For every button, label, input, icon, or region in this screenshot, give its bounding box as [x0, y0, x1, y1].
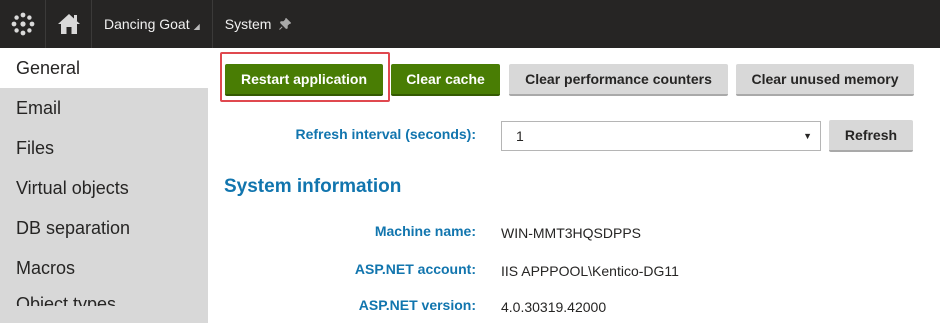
sidebar-item-db-separation[interactable]: DB separation	[0, 208, 208, 248]
sidebar-item-label: General	[16, 57, 81, 78]
dropdown-arrow-icon: ▼	[803, 131, 812, 141]
home-button[interactable]	[46, 0, 92, 48]
main-content: Restart application Clear cache Clear pe…	[208, 48, 940, 323]
sidebar-item-macros[interactable]: Macros	[0, 248, 208, 288]
site-name: Dancing Goat	[104, 16, 190, 32]
machine-name-value: WIN-MMT3HQSDPPS	[501, 225, 641, 241]
current-application: System	[213, 0, 304, 48]
sidebar-item-object-types[interactable]: Object types	[0, 288, 208, 306]
clear-performance-counters-button[interactable]: Clear performance counters	[509, 64, 728, 96]
sidebar-item-label: Email	[16, 97, 62, 118]
application-name: System	[224, 16, 272, 32]
machine-name-label: Machine name:	[374, 223, 476, 239]
sidebar-item-virtual-objects[interactable]: Virtual objects	[0, 168, 208, 208]
section-title: System information	[224, 176, 402, 197]
sidebar-item-label: Macros	[16, 257, 76, 278]
top-bar: Dancing Goat ◢ System	[0, 0, 940, 48]
aspnet-version-label: ASP.NET version:	[358, 297, 476, 313]
kentico-logo-icon	[11, 12, 34, 36]
clear-unused-memory-button[interactable]: Clear unused memory	[736, 64, 914, 96]
sidebar-item-label: Object types	[16, 294, 117, 306]
aspnet-account-value: IIS APPPOOL\Kentico-DG11	[501, 263, 679, 279]
home-icon	[57, 14, 80, 34]
sidebar-item-label: Virtual objects	[16, 177, 129, 198]
logo-button[interactable]	[0, 0, 46, 48]
restart-application-button[interactable]: Restart application	[225, 64, 383, 96]
sidebar-item-general[interactable]: General	[0, 48, 208, 88]
sidebar-item-label: Files	[16, 137, 55, 158]
refresh-interval-select[interactable]: 1 ▼	[501, 121, 821, 151]
aspnet-account-label: ASP.NET account:	[354, 261, 476, 277]
sidebar: General Email Files Virtual objects DB s…	[0, 48, 208, 323]
sidebar-item-files[interactable]: Files	[0, 128, 208, 168]
refresh-button[interactable]: Refresh	[829, 120, 913, 152]
caret-down-icon: ◢	[193, 21, 200, 31]
sidebar-item-email[interactable]: Email	[0, 88, 208, 128]
site-selector[interactable]: Dancing Goat ◢	[92, 0, 213, 48]
pin-icon[interactable]	[279, 18, 292, 30]
aspnet-version-value: 4.0.30319.42000	[501, 299, 607, 315]
refresh-interval-label: Refresh interval (seconds):	[295, 126, 477, 142]
refresh-interval-value: 1	[516, 128, 524, 144]
clear-cache-button[interactable]: Clear cache	[391, 64, 500, 96]
sidebar-item-label: DB separation	[16, 217, 131, 238]
